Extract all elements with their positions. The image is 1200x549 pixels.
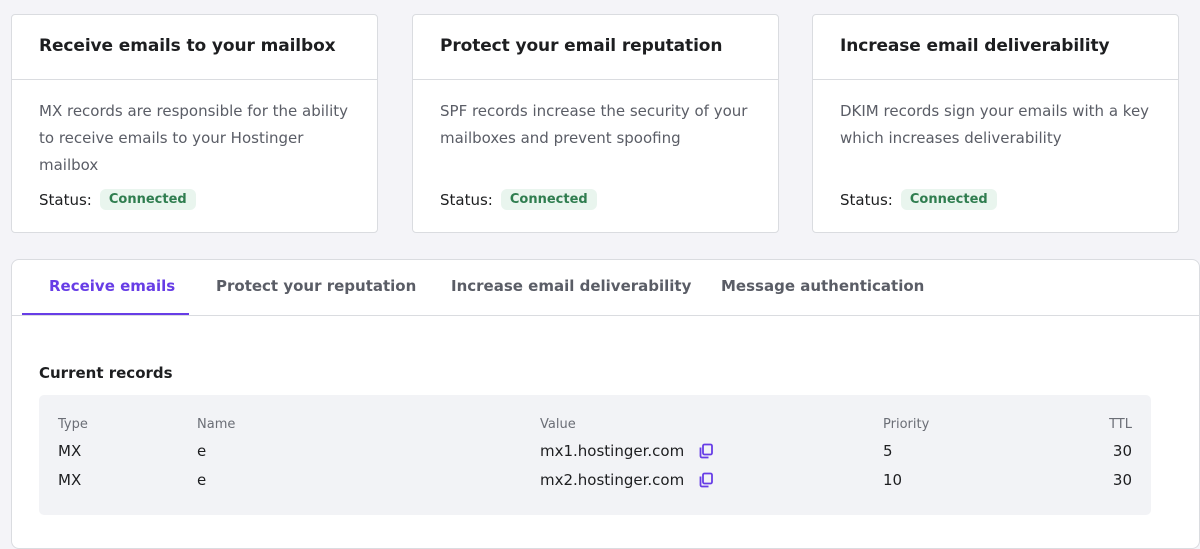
tab-protect-reputation[interactable]: Protect your reputation — [216, 277, 416, 295]
status-label: Status: — [440, 190, 493, 209]
status-badge: Connected — [900, 189, 997, 210]
status-label: Status: — [840, 190, 893, 209]
header-value: Value — [540, 417, 576, 432]
record-cards: Receive emails to your mailbox MX record… — [11, 14, 1200, 233]
record-type: MX — [58, 442, 82, 460]
card-receive-emails: Receive emails to your mailbox MX record… — [11, 14, 378, 233]
record-priority: 10 — [883, 471, 903, 489]
card-title: Receive emails to your mailbox — [12, 15, 377, 80]
tab-receive-emails[interactable]: Receive emails — [49, 277, 175, 295]
card-description: DKIM records sign your emails with a key… — [840, 102, 1150, 147]
tab-message-authentication[interactable]: Message authentication — [721, 277, 924, 295]
active-tab-indicator — [22, 313, 189, 315]
records-table: Type Name Value Priority TTL MX e mx1.ho… — [39, 395, 1151, 515]
card-status: Status: Connected — [440, 189, 597, 210]
copy-icon[interactable] — [698, 443, 714, 459]
tab-increase-deliverability[interactable]: Increase email deliverability — [451, 277, 691, 295]
record-ttl: 30 — [1112, 471, 1132, 489]
header-name: Name — [197, 417, 236, 432]
card-increase-deliverability: Increase email deliverability DKIM recor… — [812, 14, 1179, 233]
copy-icon[interactable] — [698, 472, 714, 488]
record-value-cell: mx2.hostinger.com — [540, 471, 714, 489]
status-badge: Connected — [99, 189, 196, 210]
record-priority: 5 — [883, 442, 893, 460]
record-name: e — [197, 471, 207, 489]
header-ttl: TTL — [1109, 417, 1132, 432]
card-protect-reputation: Protect your email reputation SPF record… — [412, 14, 779, 233]
card-description: SPF records increase the security of you… — [440, 102, 748, 147]
record-name: e — [197, 442, 207, 460]
status-label: Status: — [39, 190, 92, 209]
card-status: Status: Connected — [39, 189, 196, 210]
record-type: MX — [58, 471, 82, 489]
current-records-title: Current records — [39, 364, 173, 382]
header-type: Type — [58, 417, 88, 432]
card-title: Increase email deliverability — [813, 15, 1178, 80]
records-panel: Receive emails Protect your reputation I… — [11, 259, 1200, 549]
status-badge: Connected — [500, 189, 597, 210]
tab-bar: Receive emails Protect your reputation I… — [12, 260, 1199, 316]
card-title: Protect your email reputation — [413, 15, 778, 80]
record-ttl: 30 — [1112, 442, 1132, 460]
header-priority: Priority — [883, 417, 930, 432]
card-description: MX records are responsible for the abili… — [39, 102, 349, 174]
record-value: mx1.hostinger.com — [540, 442, 685, 460]
record-value: mx2.hostinger.com — [540, 471, 685, 489]
card-status: Status: Connected — [840, 189, 997, 210]
record-value-cell: mx1.hostinger.com — [540, 442, 714, 460]
